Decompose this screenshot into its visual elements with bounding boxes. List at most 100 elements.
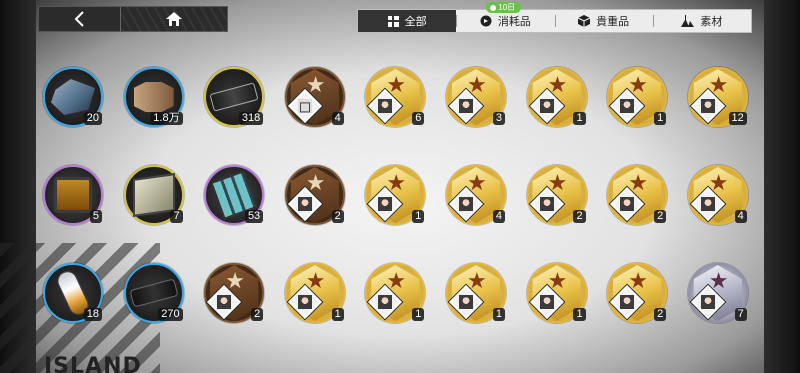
portrait-image xyxy=(378,99,393,113)
item-count: 2 xyxy=(251,308,264,321)
portrait-image xyxy=(539,197,554,211)
item-count: 270 xyxy=(158,308,183,321)
item-count: 2 xyxy=(331,210,344,223)
right-frame-edge xyxy=(764,0,800,373)
portrait-image xyxy=(700,197,715,211)
item-count: 1 xyxy=(654,112,667,125)
material-item[interactable]: 318 xyxy=(201,64,267,130)
portrait-image xyxy=(700,295,715,309)
character-token-item[interactable]: ★ 2 xyxy=(604,260,670,326)
character-token-item[interactable]: ★ 2 xyxy=(524,162,590,228)
material-item[interactable]: 270 xyxy=(121,260,187,326)
chevron-left-icon xyxy=(74,11,84,27)
item-count: 7 xyxy=(734,308,747,321)
item-count: 53 xyxy=(244,210,264,223)
grid-icon xyxy=(387,15,399,27)
tab-label: 全部 xyxy=(404,16,427,28)
character-token-item[interactable]: ★ 4 xyxy=(443,162,509,228)
portrait-image xyxy=(459,197,473,211)
material-item[interactable]: 53 xyxy=(201,162,267,228)
material-item[interactable]: 7 xyxy=(121,162,187,228)
home-button[interactable] xyxy=(121,7,227,31)
item-count: 4 xyxy=(734,210,747,223)
item-count: 1.8万 xyxy=(150,112,183,125)
flask-icon xyxy=(681,15,695,27)
portrait-image xyxy=(297,99,312,113)
character-token-item[interactable]: ★ 3 xyxy=(443,64,509,130)
item-count: 1 xyxy=(412,210,425,223)
background-island-text: ISLAND xyxy=(44,354,142,373)
character-token-item[interactable]: ★ 4 xyxy=(282,64,348,130)
tab-materials[interactable]: 素材 xyxy=(652,10,751,32)
character-token-item[interactable]: ★ 1 xyxy=(524,260,590,326)
tab-valuables[interactable]: 貴重品 xyxy=(554,10,653,32)
character-token-item[interactable]: ★ 1 xyxy=(524,64,590,130)
item-count: 4 xyxy=(331,112,344,125)
character-token-item[interactable]: ★ 1 xyxy=(362,162,428,228)
item-count: 2 xyxy=(654,210,667,223)
item-count: 12 xyxy=(728,112,747,125)
material-item[interactable]: 18 xyxy=(40,260,106,326)
tab-label: 素材 xyxy=(700,16,723,28)
material-item[interactable]: 5 xyxy=(40,162,106,228)
box-icon xyxy=(132,173,175,217)
item-count: 7 xyxy=(170,210,183,223)
tab-label: 貴重品 xyxy=(596,16,630,28)
character-token-item[interactable]: ★ 1 xyxy=(443,260,509,326)
item-count: 20 xyxy=(83,112,102,125)
clock-tag-icon xyxy=(480,15,492,27)
tab-consumables[interactable]: 10日 消耗品 xyxy=(456,2,554,32)
shards-icon xyxy=(51,79,95,115)
character-token-item[interactable]: ★ 6 xyxy=(362,64,428,130)
item-count: 1 xyxy=(412,308,425,321)
item-count: 6 xyxy=(412,112,425,125)
portrait-image xyxy=(539,99,554,113)
cube-icon xyxy=(578,15,591,27)
item-count: 1 xyxy=(492,308,505,321)
portrait-image xyxy=(297,197,312,211)
portrait-image xyxy=(620,197,635,211)
material-image xyxy=(50,172,96,218)
portrait-image xyxy=(217,295,232,309)
tab-all[interactable]: 全部 xyxy=(358,10,457,32)
material-item[interactable]: 1.8万 xyxy=(121,64,187,130)
portrait-image xyxy=(378,197,393,211)
tab-label: 消耗品 xyxy=(497,16,531,28)
clock-icon xyxy=(490,4,497,11)
chip-icon xyxy=(209,82,259,112)
badge-label: 10日 xyxy=(498,3,516,12)
top-nav xyxy=(38,6,228,32)
category-tabs: 全部 10日 消耗品 貴重品 素材 xyxy=(357,2,752,33)
portrait-image xyxy=(297,295,312,309)
item-count: 1 xyxy=(573,112,586,125)
portrait-image xyxy=(620,99,635,113)
portrait-image xyxy=(700,99,715,113)
portrait-image xyxy=(620,295,635,309)
character-token-item[interactable]: ★ 1 xyxy=(604,64,670,130)
portrait-image xyxy=(459,295,473,309)
item-count: 2 xyxy=(573,210,586,223)
expiry-badge: 10日 xyxy=(486,2,522,13)
character-token-item[interactable]: ★ 2 xyxy=(604,162,670,228)
portrait-image xyxy=(459,99,473,113)
portrait-image xyxy=(378,295,393,309)
bolt-icon xyxy=(133,82,174,112)
item-count: 5 xyxy=(89,210,102,223)
character-token-item[interactable]: ★ 1 xyxy=(282,260,348,326)
back-button[interactable] xyxy=(39,7,121,31)
character-token-item[interactable]: ★ 2 xyxy=(282,162,348,228)
item-count: 2 xyxy=(654,308,667,321)
material-item[interactable]: 20 xyxy=(40,64,106,130)
character-token-item[interactable]: ★ 2 xyxy=(201,260,267,326)
item-count: 318 xyxy=(238,112,264,125)
character-token-item[interactable]: ★ 12 xyxy=(685,64,751,130)
jar-icon xyxy=(54,177,92,213)
item-count: 3 xyxy=(492,112,505,125)
portrait-image xyxy=(539,295,554,309)
item-count: 1 xyxy=(331,308,344,321)
character-token-item[interactable]: ★ 7 xyxy=(685,260,751,326)
character-token-item[interactable]: ★ 1 xyxy=(362,260,428,326)
home-icon xyxy=(166,12,182,26)
item-count: 1 xyxy=(573,308,586,321)
character-token-item[interactable]: ★ 4 xyxy=(685,162,751,228)
